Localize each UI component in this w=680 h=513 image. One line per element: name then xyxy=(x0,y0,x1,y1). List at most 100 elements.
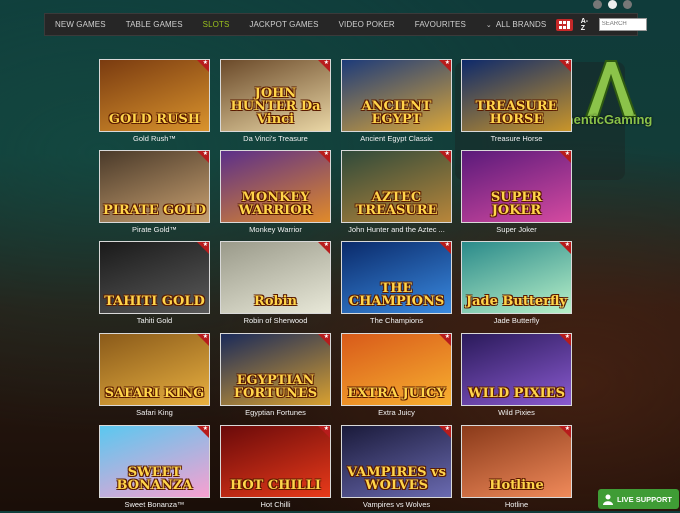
favourite-star-icon: ★ xyxy=(323,242,329,248)
tab-table-games[interactable]: TABLE GAMES xyxy=(116,14,193,35)
live-support-label: LIVE SUPPORT xyxy=(617,494,673,504)
game-art-title: SAFARI KING xyxy=(104,386,205,401)
game-thumbnail[interactable]: Hotline ★ xyxy=(461,425,572,498)
game-tile[interactable]: THE CHAMPIONS ★ The Champions xyxy=(341,241,452,329)
game-tile[interactable]: EGYPTIAN FORTUNES ★ Egyptian Fortunes xyxy=(220,333,331,421)
game-thumbnail[interactable]: VAMPIRES vs WOLVES ★ xyxy=(341,425,452,498)
carousel-dot[interactable] xyxy=(623,0,632,9)
all-brands-dropdown[interactable]: ⌄ ALL BRANDS xyxy=(476,14,556,35)
favourite-star-icon: ★ xyxy=(202,426,208,432)
favourite-star-icon: ★ xyxy=(564,242,570,248)
game-art-title: JOHN HUNTER Da Vinci xyxy=(230,86,321,127)
game-name: Vampires vs Wolves xyxy=(362,500,431,509)
game-name: Hotline xyxy=(504,500,529,509)
carousel-dot-active[interactable] xyxy=(608,0,617,9)
game-name: The Champions xyxy=(370,316,423,325)
game-name: Jade Butterfly xyxy=(493,316,540,325)
tab-favourites[interactable]: FAVOURITES xyxy=(405,14,476,35)
game-thumbnail[interactable]: TAHITI GOLD ★ xyxy=(99,241,210,314)
game-thumbnail[interactable]: AZTEC TREASURE ★ xyxy=(341,150,452,223)
tab-video-poker[interactable]: VIDEO POKER xyxy=(329,14,405,35)
game-tile[interactable]: PIRATE GOLD ★ Pirate Gold™ xyxy=(99,150,210,238)
game-tile[interactable]: HOT CHILLI ★ Hot Chilli xyxy=(220,425,331,513)
game-name: Pirate Gold™ xyxy=(131,225,178,234)
game-thumbnail[interactable]: EXTRA JUICY ★ xyxy=(341,333,452,406)
favourite-star-icon: ★ xyxy=(564,151,570,157)
game-name: Ancient Egypt Classic xyxy=(360,134,433,143)
game-tile[interactable]: TREASURE HORSE ★ Treasure Horse xyxy=(461,59,572,147)
game-thumbnail[interactable]: HOT CHILLI ★ xyxy=(220,425,331,498)
game-thumbnail[interactable]: Robin ★ xyxy=(220,241,331,314)
favourite-star-icon: ★ xyxy=(202,334,208,340)
game-tile[interactable]: AZTEC TREASURE ★ John Hunter and the Aztec… xyxy=(341,150,452,238)
game-thumbnail[interactable]: ANCIENT EGYPT ★ xyxy=(341,59,452,132)
favourite-star-icon: ★ xyxy=(202,151,208,157)
favourite-star-icon: ★ xyxy=(564,60,570,66)
game-thumbnail[interactable]: SUPER JOKER ★ xyxy=(461,150,572,223)
game-art-title: TAHITI GOLD xyxy=(104,294,205,309)
sort-az-button[interactable]: A-Z xyxy=(578,18,594,32)
game-name: Safari King xyxy=(136,408,173,417)
game-thumbnail[interactable]: GOLD RUSH ★ xyxy=(99,59,210,132)
favourite-star-icon: ★ xyxy=(564,426,570,432)
all-brands-label: ALL BRANDS xyxy=(495,20,547,29)
game-tile[interactable]: SAFARI KING ★ Safari King xyxy=(99,333,210,421)
game-tile[interactable]: EXTRA JUICY ★ Extra Juicy xyxy=(341,333,452,421)
game-name: Robin of Sherwood xyxy=(243,316,308,325)
game-thumbnail[interactable]: EGYPTIAN FORTUNES ★ xyxy=(220,333,331,406)
game-thumbnail[interactable]: JOHN HUNTER Da Vinci ★ xyxy=(220,59,331,132)
live-support-button[interactable]: LIVE SUPPORT xyxy=(598,489,679,509)
game-art-title: HOT CHILLI xyxy=(230,478,321,493)
game-thumbnail[interactable]: SWEET BONANZA ★ xyxy=(99,425,210,498)
game-thumbnail[interactable]: THE CHAMPIONS ★ xyxy=(341,241,452,314)
game-tile[interactable]: GOLD RUSH ★ Gold Rush™ xyxy=(99,59,210,147)
game-name: Gold Rush™ xyxy=(133,134,176,143)
favourite-star-icon: ★ xyxy=(202,60,208,66)
game-tile[interactable]: Robin ★ Robin of Sherwood xyxy=(220,241,331,329)
support-agent-icon xyxy=(603,494,613,505)
game-art-title: EXTRA JUICY xyxy=(347,386,446,401)
game-name: Sweet Bonanza™ xyxy=(124,500,185,509)
game-name: John Hunter and the Aztec ... xyxy=(348,225,445,234)
game-tile[interactable]: JOHN HUNTER Da Vinci ★ Da Vinci's Treasure xyxy=(220,59,331,147)
game-thumbnail[interactable]: PIRATE GOLD ★ xyxy=(99,150,210,223)
game-art-title: PIRATE GOLD xyxy=(103,203,206,218)
game-name: Hot Chilli xyxy=(260,500,291,509)
favourite-star-icon: ★ xyxy=(202,242,208,248)
game-thumbnail[interactable]: WILD PIXIES ★ xyxy=(461,333,572,406)
game-tile[interactable]: SUPER JOKER ★ Super Joker xyxy=(461,150,572,238)
search-input[interactable] xyxy=(598,18,647,31)
favourite-star-icon: ★ xyxy=(444,60,450,66)
game-art-title: EGYPTIAN FORTUNES xyxy=(233,373,318,401)
game-tile[interactable]: TAHITI GOLD ★ Tahiti Gold xyxy=(99,241,210,329)
game-art-title: TREASURE HORSE xyxy=(475,99,558,127)
game-tile[interactable]: ANCIENT EGYPT ★ Ancient Egypt Classic xyxy=(341,59,452,147)
game-thumbnail[interactable]: SAFARI KING ★ xyxy=(99,333,210,406)
game-thumbnail[interactable]: MONKEY WARRIOR ★ xyxy=(220,150,331,223)
game-thumbnail[interactable]: TREASURE HORSE ★ xyxy=(461,59,572,132)
game-tile[interactable]: SWEET BONANZA ★ Sweet Bonanza™ xyxy=(99,425,210,513)
game-thumbnail[interactable]: Jade Butterfly ★ xyxy=(461,241,572,314)
game-name: Egyptian Fortunes xyxy=(245,408,306,417)
favourite-star-icon: ★ xyxy=(323,426,329,432)
favourite-star-icon: ★ xyxy=(444,334,450,340)
tab-slots[interactable]: SLOTS xyxy=(193,14,240,35)
game-tile[interactable]: VAMPIRES vs WOLVES ★ Vampires vs Wolves xyxy=(341,425,452,513)
game-name: Treasure Horse xyxy=(490,134,543,143)
game-tile[interactable]: WILD PIXIES ★ Wild Pixies xyxy=(461,333,572,421)
tab-new-games[interactable]: NEW GAMES xyxy=(45,14,116,35)
game-tile[interactable]: Jade Butterfly ★ Jade Butterfly xyxy=(461,241,572,329)
favourite-star-icon: ★ xyxy=(444,426,450,432)
favourite-star-icon: ★ xyxy=(323,151,329,157)
game-art-title: GOLD RUSH xyxy=(108,112,201,127)
chevron-down-icon: ⌄ xyxy=(485,22,492,29)
game-tile[interactable]: MONKEY WARRIOR ★ Monkey Warrior xyxy=(220,150,331,238)
view-toggle-button[interactable] xyxy=(556,18,573,31)
game-tile[interactable]: Hotline ★ Hotline xyxy=(461,425,572,513)
game-category-navbar: NEW GAMES TABLE GAMES SLOTS JACKPOT GAME… xyxy=(44,13,647,36)
game-art-title: SUPER JOKER xyxy=(490,190,543,218)
game-art-title: ANCIENT EGYPT xyxy=(361,99,432,127)
grid-view-icon xyxy=(559,20,571,29)
tab-jackpot-games[interactable]: JACKPOT GAMES xyxy=(239,14,328,35)
carousel-dot[interactable] xyxy=(593,0,602,9)
